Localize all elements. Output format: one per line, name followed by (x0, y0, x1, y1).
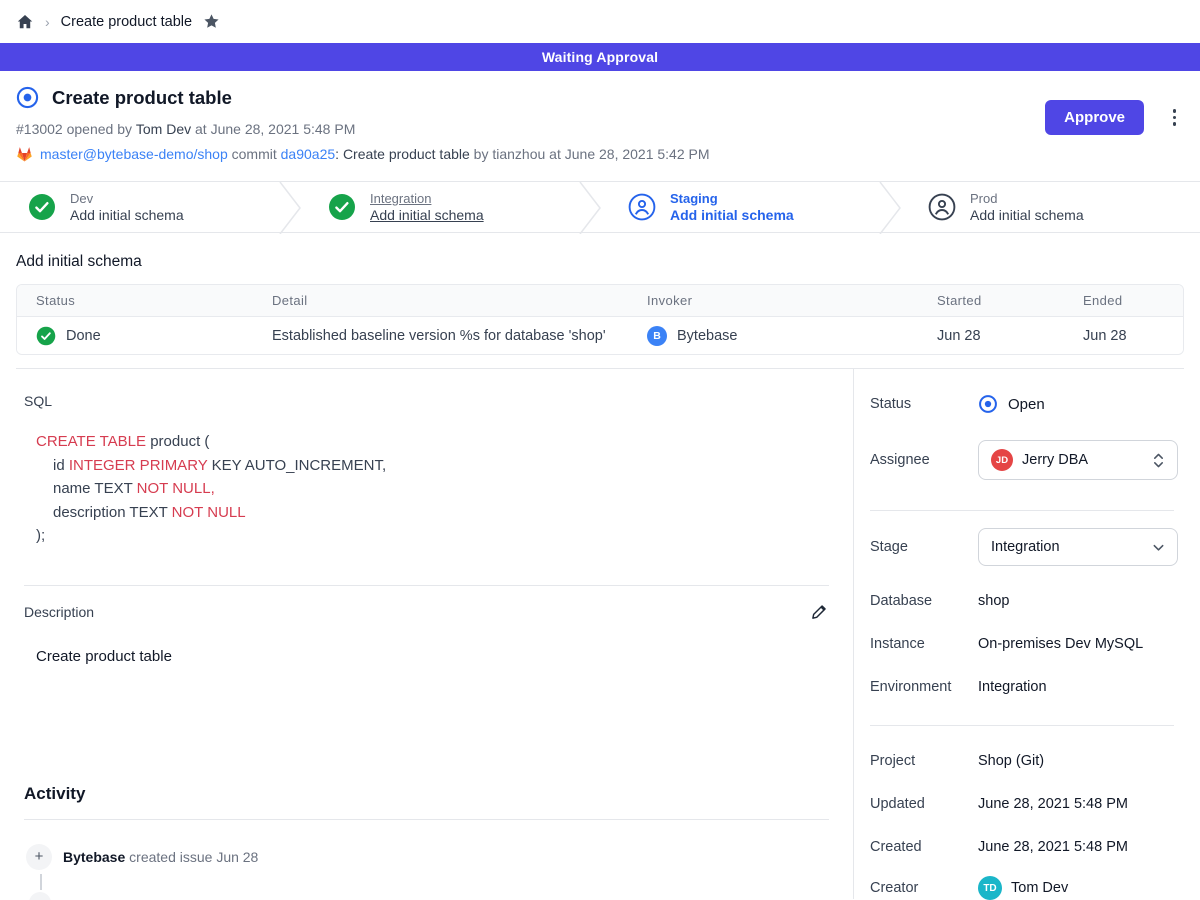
stage-staging[interactable]: StagingAdd initial schema (600, 182, 900, 232)
project-value: Shop (Git) (978, 753, 1044, 769)
issue-meta: #13002 opened by Tom Dev at June 28, 202… (16, 121, 1184, 137)
stage-label: Stage (870, 539, 978, 555)
stage-dev[interactable]: DevAdd initial schema (0, 182, 300, 232)
task-title: Add initial schema (16, 253, 1184, 271)
issue-header: Create product table #13002 opened by To… (0, 71, 1200, 181)
assignee-label: Assignee (870, 452, 978, 468)
creator-value: Tom Dev (1011, 880, 1068, 896)
breadcrumb-current[interactable]: Create product table (61, 14, 192, 30)
task-section: Add initial schema Status Detail Invoker… (0, 253, 1200, 369)
home-icon[interactable] (16, 13, 34, 31)
commit-line: master@bytebase-demo/shop commit da90a25… (16, 146, 1184, 162)
person-circle-icon (628, 193, 656, 221)
task-invoker: Bytebase (677, 328, 737, 344)
database-value: shop (978, 593, 1009, 609)
pipeline-stages: DevAdd initial schema IntegrationAdd ini… (0, 181, 1200, 233)
edit-pencil-icon[interactable] (808, 602, 829, 623)
tom-avatar: TD (978, 876, 1002, 900)
breadcrumb: › Create product table (0, 0, 1200, 43)
issue-sidebar: Status Open Assignee JD Jerry DBA Stage (854, 369, 1200, 899)
status-value: Open (1008, 396, 1045, 413)
sql-label: SQL (24, 393, 829, 409)
database-label: Database (870, 593, 978, 609)
page-title: Create product table (52, 87, 232, 109)
jerry-avatar: JD (991, 449, 1013, 471)
done-check-icon (36, 326, 56, 346)
task-ended: Jun 28 (1064, 328, 1183, 344)
stage-integration[interactable]: IntegrationAdd initial schema (300, 182, 600, 232)
open-status-icon (978, 394, 998, 414)
divider (24, 585, 829, 586)
issue-body: SQL CREATE TABLE product ( id INTEGER PR… (0, 369, 854, 899)
assignee-select[interactable]: JD Jerry DBA (978, 440, 1178, 480)
commit-hash-link[interactable]: da90a25 (281, 146, 336, 162)
activity-actor: Bytebase (63, 849, 125, 865)
instance-label: Instance (870, 636, 978, 652)
description-label: Description (24, 604, 94, 620)
created-label: Created (870, 839, 978, 855)
timeline-line (40, 874, 42, 890)
created-value: June 28, 2021 5:48 PM (978, 839, 1128, 855)
more-actions-icon[interactable] (1171, 107, 1179, 128)
commit-message: Create product table (343, 146, 470, 162)
plus-icon: + (26, 844, 52, 870)
environment-label: Environment (870, 679, 978, 695)
updated-label: Updated (870, 796, 978, 812)
bytebase-avatar: B (647, 326, 667, 346)
bytebase-issue-page: › Create product table Waiting Approval … (0, 0, 1200, 900)
stage-separator-icon (579, 182, 601, 234)
breadcrumb-chevron-icon: › (45, 14, 50, 30)
updated-value: June 28, 2021 5:48 PM (978, 796, 1128, 812)
divider (870, 510, 1174, 511)
task-table: Status Detail Invoker Started Ended Done… (16, 284, 1184, 355)
project-label: Project (870, 753, 978, 769)
stage-separator-icon (279, 182, 301, 234)
instance-value: On-premises Dev MySQL (978, 636, 1143, 652)
activity-item: + Bytebase created issue Jun 28 (24, 844, 829, 870)
divider (870, 725, 1174, 726)
task-table-header: Status Detail Invoker Started Ended (17, 285, 1183, 317)
task-detail: Established baseline version %s for data… (253, 328, 628, 344)
task-table-row[interactable]: Done Established baseline version %s for… (17, 317, 1183, 354)
stage-select[interactable]: Integration (978, 528, 1178, 566)
description-text: Create product table (36, 648, 829, 665)
environment-value: Integration (978, 679, 1047, 695)
task-started: Jun 28 (918, 328, 1064, 344)
check-circle-icon (328, 193, 356, 221)
chevron-down-icon (1152, 541, 1165, 554)
approval-banner: Waiting Approval (0, 43, 1200, 71)
issue-author: Tom Dev (136, 121, 191, 137)
task-status: Done (66, 328, 101, 344)
stage-separator-icon (879, 182, 901, 234)
divider (24, 819, 829, 820)
activity-title: Activity (24, 784, 829, 804)
updown-chevron-icon (1152, 452, 1165, 469)
stage-prod[interactable]: ProdAdd initial schema (900, 182, 1200, 232)
approve-button[interactable]: Approve (1045, 100, 1144, 135)
sql-code: CREATE TABLE product ( id INTEGER PRIMAR… (36, 430, 829, 548)
check-circle-icon (28, 193, 56, 221)
timeline-dot (29, 892, 51, 900)
person-circle-icon (928, 193, 956, 221)
star-icon[interactable] (203, 13, 220, 30)
branch-repo-link[interactable]: master@bytebase-demo/shop (40, 146, 228, 162)
creator-label: Creator (870, 880, 978, 896)
gitlab-icon (16, 146, 33, 162)
issue-open-icon (16, 86, 39, 109)
status-label: Status (870, 396, 978, 412)
